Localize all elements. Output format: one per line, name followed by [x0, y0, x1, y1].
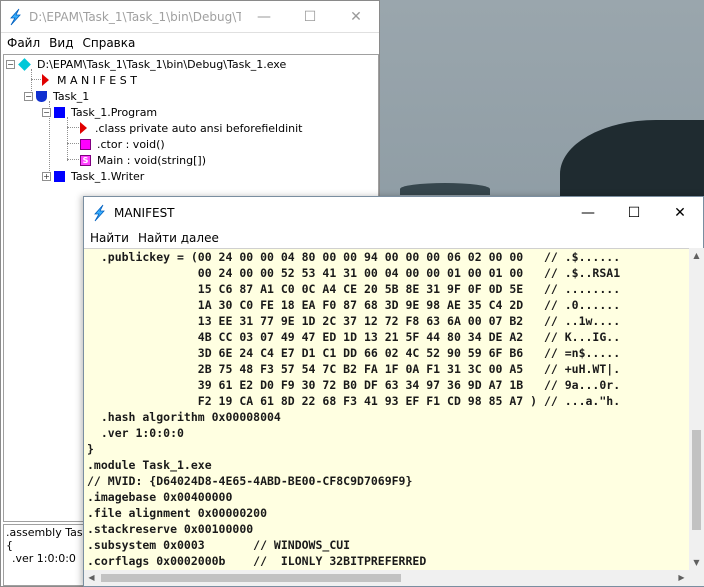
vertical-scrollbar[interactable]: ▲ ▼ [689, 248, 704, 570]
assembly-icon [18, 57, 31, 71]
class-icon [54, 170, 65, 182]
menu-file[interactable]: Файл [5, 36, 47, 50]
tree-node-ctor[interactable]: .ctor : void() [80, 136, 165, 152]
code-line: 2B 75 48 F3 57 54 7C B2 FA 1F 0A F1 31 3… [87, 362, 621, 376]
code-line: 15 C6 87 A1 C0 0C A4 CE 20 5B 8E 31 9F 0… [87, 282, 621, 296]
code-line: .hash algorithm 0x00008004 [87, 410, 281, 424]
horizontal-scrollbar[interactable]: ◀ ▶ [84, 570, 689, 586]
code-line: .stackreserve 0x00100000 [87, 522, 254, 536]
tree-node-label: .class private auto ansi beforefieldinit [95, 121, 303, 135]
code-line: .publickey = (00 24 00 00 04 80 00 00 94… [87, 250, 621, 264]
tree-node-label: Task_1 [53, 89, 90, 103]
expand-icon[interactable]: + [42, 171, 51, 181]
code-line: .file alignment 0x00000200 [87, 506, 268, 520]
window-title: D:\EPAM\Task_1\Task_1\bin\Debug\T... [29, 9, 241, 24]
scroll-up-icon[interactable]: ▲ [689, 248, 704, 263]
menu-help[interactable]: Справка [80, 36, 142, 50]
code-line: .corflags 0x0002000b // ILONLY 32BITPREF… [87, 554, 427, 568]
tree-node-label: .ctor : void() [97, 137, 165, 151]
tree-node-label: Main : void(string[]) [97, 153, 206, 167]
static-method-icon: S [80, 154, 91, 166]
ildasm-app-icon [84, 197, 114, 229]
tree-node-manifest[interactable]: M A N I F E S T [42, 72, 137, 88]
manifest-text-area[interactable]: .publickey = (00 24 00 00 04 80 00 00 94… [84, 248, 689, 570]
code-line: .subsystem 0x0003 // WINDOWS_CUI [87, 538, 351, 552]
code-line: .module Task_1.exe [87, 458, 212, 472]
scroll-thumb[interactable] [692, 430, 701, 530]
scroll-down-icon[interactable]: ▼ [689, 555, 704, 570]
code-line: // MVID: {D64024D8-4E65-4ABD-BE00-CF8C9D… [87, 474, 413, 488]
assembly-line: .assembly Task_ [6, 526, 84, 539]
tree-node-namespace[interactable]: − Task_1 [24, 88, 89, 104]
class-icon [54, 106, 65, 118]
tree-node-class-directive[interactable]: .class private auto ansi beforefieldinit [80, 120, 302, 136]
code-line: 39 61 E2 D0 F9 30 72 B0 DF 63 34 97 36 9… [87, 378, 621, 392]
assembly-line: { [6, 539, 13, 552]
menu-bar: Найти Найти далее [84, 228, 703, 248]
menu-view[interactable]: Вид [47, 36, 80, 50]
collapse-icon[interactable]: − [6, 59, 15, 69]
window-title: MANIFEST [114, 205, 175, 220]
code-line: .ver 1:0:0:0 [87, 426, 184, 440]
scroll-corner [689, 570, 704, 586]
code-line: 4B CC 03 07 49 47 ED 1D 13 21 5F 44 80 3… [87, 330, 621, 344]
title-bar[interactable]: D:\EPAM\Task_1\Task_1\bin\Debug\T... — ☐… [1, 1, 379, 33]
class-info-icon [80, 122, 87, 134]
maximize-button[interactable]: ☐ [287, 1, 333, 33]
close-button[interactable]: ✕ [657, 197, 703, 229]
manifest-icon [42, 74, 49, 86]
wallpaper-rock-small [400, 183, 490, 195]
tree-node-label: Task_1.Writer [71, 169, 145, 183]
code-line: F2 19 CA 61 8D 22 68 F3 41 93 EF F1 CD 9… [87, 394, 621, 408]
menu-find-next[interactable]: Найти далее [136, 231, 226, 245]
minimize-button[interactable]: — [565, 197, 611, 229]
manifest-window[interactable]: MANIFEST — ☐ ✕ Найти Найти далее .public… [83, 196, 704, 587]
minimize-button[interactable]: — [241, 1, 287, 33]
close-button[interactable]: ✕ [333, 1, 379, 33]
collapse-icon[interactable]: − [24, 91, 33, 101]
tree-node-label: Task_1.Program [71, 105, 158, 119]
tree-node-class-program[interactable]: − Task_1.Program [42, 104, 157, 120]
code-line: 3D 6E 24 C4 E7 D1 C1 DD 66 02 4C 52 90 5… [87, 346, 621, 360]
tree-node-class-writer[interactable]: + Task_1.Writer [42, 168, 144, 184]
scroll-left-icon[interactable]: ◀ [84, 570, 99, 586]
tree-node-main[interactable]: S Main : void(string[]) [80, 152, 206, 168]
method-icon [80, 138, 91, 150]
ildasm-app-icon [1, 1, 29, 33]
code-line: 00 24 00 00 52 53 41 31 00 04 00 00 01 0… [87, 266, 621, 280]
menu-find[interactable]: Найти [88, 231, 136, 245]
code-line: 13 EE 31 77 9E 1D 2C 37 12 72 F8 63 6A 0… [87, 314, 621, 328]
maximize-button[interactable]: ☐ [611, 197, 657, 229]
code-line: .imagebase 0x00400000 [87, 490, 233, 504]
manifest-code: .publickey = (00 24 00 00 04 80 00 00 94… [84, 249, 689, 569]
code-line: 1A 30 C0 FE 18 EA F0 87 68 3D 9E 98 AE 3… [87, 298, 621, 312]
namespace-icon [36, 90, 47, 102]
code-line: } [87, 442, 94, 456]
scroll-thumb[interactable] [101, 574, 401, 582]
menu-bar: Файл Вид Справка [1, 33, 379, 53]
tree-node-label: M A N I F E S T [57, 73, 137, 87]
tree-node-label: D:\EPAM\Task_1\Task_1\bin\Debug\Task_1.e… [37, 57, 287, 71]
assembly-info-pane[interactable]: .assembly Task_ { .ver 1:0:0:0 [3, 524, 85, 586]
tree-node-root[interactable]: − D:\EPAM\Task_1\Task_1\bin\Debug\Task_1… [6, 56, 286, 72]
collapse-icon[interactable]: − [42, 107, 51, 117]
assembly-line: .ver 1:0:0:0 [12, 552, 76, 565]
scroll-right-icon[interactable]: ▶ [674, 570, 689, 586]
title-bar[interactable]: MANIFEST — ☐ ✕ [84, 197, 703, 228]
